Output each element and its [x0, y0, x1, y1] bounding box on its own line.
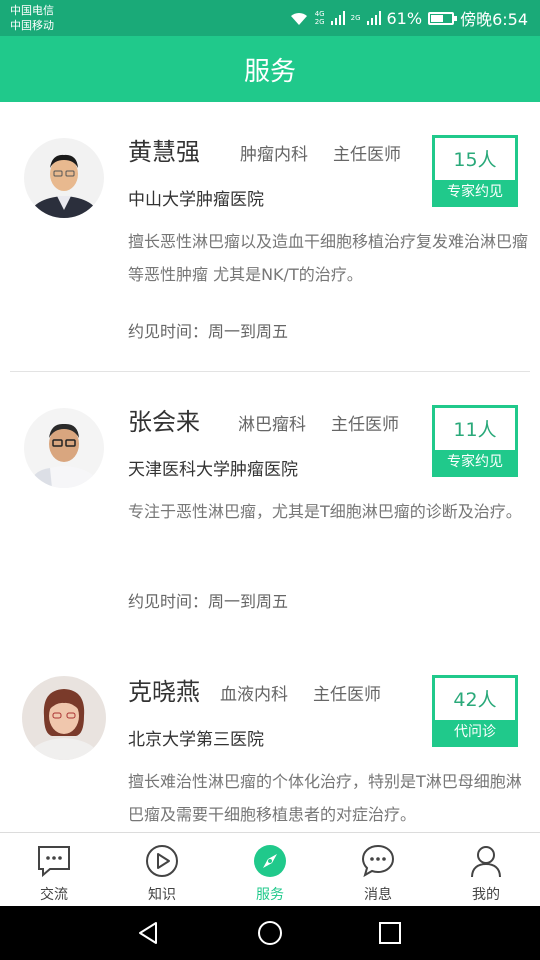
- tab-service[interactable]: 服务: [216, 833, 324, 907]
- tab-label: 交流: [40, 887, 68, 903]
- network-type-2: 2G: [350, 14, 361, 22]
- doctor-description: 擅长恶性淋巴瘤以及造血干细胞移植治疗复发难治淋巴瘤等恶性肿瘤 尤其是NK/T的治…: [128, 232, 529, 284]
- status-bar: 中国电信 中国移动 4G 2G 2G 61% 傍晚6:54: [0, 0, 540, 36]
- appointment-time: 约见时间：周一到周五: [128, 318, 288, 342]
- chat-bubble-icon: [38, 846, 70, 878]
- page-title: 服务: [243, 56, 296, 87]
- tab-exchange[interactable]: 交流: [0, 833, 108, 907]
- signal-icon: [330, 11, 345, 25]
- home-icon[interactable]: [256, 919, 284, 947]
- doctor-avatar: [24, 408, 104, 488]
- doctor-description: 擅长难治性淋巴瘤的个体化治疗，特别是T淋巴母细胞淋巴瘤及需要干细胞移植患者的对症…: [128, 772, 522, 824]
- doctor-name: 克晓燕: [128, 678, 200, 706]
- tab-label: 我的: [472, 887, 500, 903]
- tab-messages[interactable]: 消息: [324, 833, 432, 907]
- battery-icon: [428, 11, 458, 25]
- doctor-description: 专注于恶性淋巴瘤，尤其是T细胞淋巴瘤的诊断及治疗。: [128, 502, 522, 521]
- doctor-list[interactable]: 黄慧强 肿瘤内科 主任医师 中山大学肿瘤医院 15人 专家约见 擅长恶性淋巴瘤以…: [0, 102, 540, 832]
- compass-icon: [254, 845, 286, 877]
- appointment-time-value: 周一到周五: [208, 322, 289, 341]
- clock: 傍晚6:54: [460, 10, 528, 29]
- doctor-name: 黄慧强: [128, 138, 200, 166]
- doctor-avatar: [24, 138, 104, 218]
- appointment-label: 代问诊: [435, 720, 515, 744]
- appointment-count: 15人: [453, 149, 497, 171]
- doctor-title: 主任医师: [313, 685, 381, 705]
- appointment-label: 专家约见: [435, 180, 515, 204]
- carrier-2: 中国移动: [10, 19, 54, 32]
- tab-mine[interactable]: 我的: [432, 833, 540, 907]
- doctor-department: 血液内科: [220, 685, 288, 705]
- signal-icon: [366, 11, 381, 25]
- doctor-hospital: 中山大学肿瘤医院: [128, 190, 264, 210]
- appointment-count: 11人: [453, 419, 497, 441]
- carrier-names: 中国电信 中国移动: [10, 3, 54, 33]
- doctor-name: 张会来: [128, 408, 200, 436]
- appointment-time: 约见时间：周一到周五: [128, 588, 288, 612]
- appointment-time-value: 周一到周五: [208, 592, 289, 611]
- system-nav-bar: [0, 906, 540, 960]
- play-circle-icon: [146, 845, 178, 877]
- appointment-badge[interactable]: 11人 专家约见: [432, 405, 518, 477]
- appointment-badge[interactable]: 15人 专家约见: [432, 135, 518, 207]
- bottom-tab-bar: 交流 知识 服务 消息 我的: [0, 832, 540, 906]
- doctor-department: 肿瘤内科: [240, 145, 308, 165]
- doctor-department: 淋巴瘤科: [238, 415, 306, 435]
- doctor-title: 主任医师: [331, 415, 399, 435]
- tab-label: 消息: [364, 887, 392, 903]
- doctor-card[interactable]: 黄慧强 肿瘤内科 主任医师 中山大学肿瘤医院 15人 专家约见 擅长恶性淋巴瘤以…: [0, 102, 540, 372]
- appointment-count: 42人: [453, 689, 497, 711]
- message-icon: [361, 844, 395, 878]
- person-icon: [471, 846, 501, 878]
- appointment-time-label: 约见时间：: [128, 322, 209, 341]
- appointment-time-label: 约见时间：: [128, 592, 209, 611]
- doctor-title: 主任医师: [333, 145, 401, 165]
- tab-knowledge[interactable]: 知识: [108, 833, 216, 907]
- tab-label: 服务: [256, 887, 284, 903]
- doctor-hospital: 北京大学第三医院: [128, 730, 264, 750]
- doctor-avatar: [22, 676, 106, 760]
- doctor-card[interactable]: 张会来 淋巴瘤科 主任医师 天津医科大学肿瘤医院 11人 专家约见 专注于恶性淋…: [0, 372, 540, 642]
- carrier-1: 中国电信: [10, 4, 54, 17]
- wifi-icon: [290, 12, 307, 25]
- back-icon[interactable]: [134, 919, 162, 947]
- doctor-hospital: 天津医科大学肿瘤医院: [128, 460, 298, 480]
- status-indicators: 4G 2G 2G 61% 傍晚6:54: [289, 6, 528, 30]
- network-type-1: 4G 2G: [314, 10, 325, 26]
- appointment-badge[interactable]: 42人 代问诊: [432, 675, 518, 747]
- app-header: 服务: [0, 36, 540, 102]
- doctor-card[interactable]: 克晓燕 血液内科 主任医师 北京大学第三医院 42人 代问诊 擅长难治性淋巴瘤的…: [0, 642, 540, 832]
- tab-label: 知识: [148, 887, 176, 903]
- appointment-label: 专家约见: [435, 450, 515, 474]
- battery-percent: 61%: [386, 8, 423, 28]
- recents-icon[interactable]: [376, 919, 404, 947]
